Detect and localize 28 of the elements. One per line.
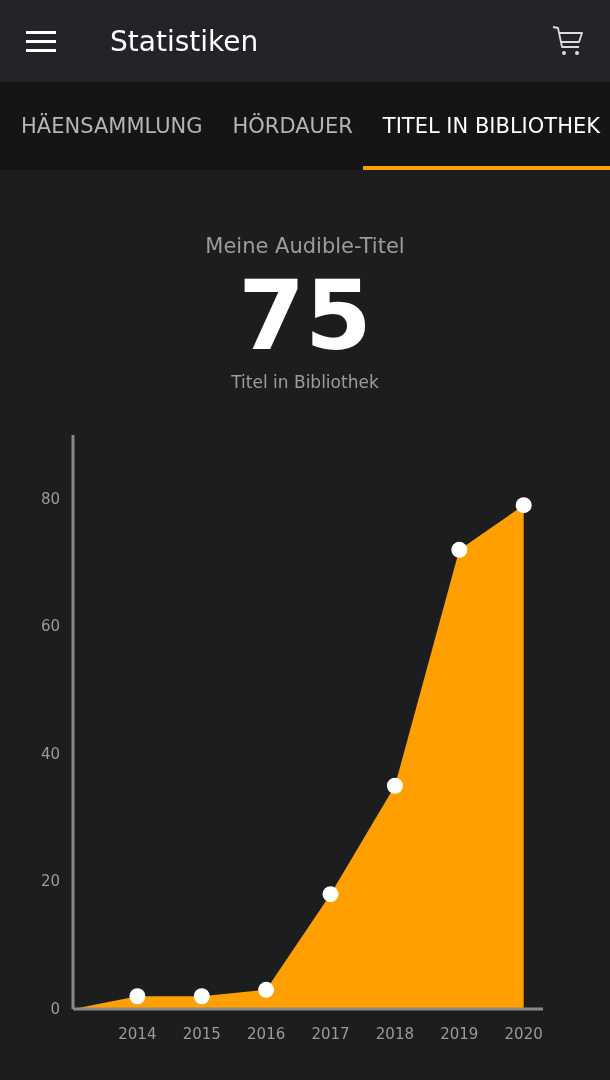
data-point: [322, 886, 339, 903]
cart-icon[interactable]: [552, 25, 584, 57]
data-point: [193, 988, 210, 1005]
x-tick-label: 2014: [118, 1025, 157, 1043]
y-tick-label: 60: [40, 617, 60, 636]
x-tick-label: 2019: [440, 1025, 479, 1043]
data-point: [515, 497, 532, 514]
data-point: [386, 777, 403, 794]
menu-icon[interactable]: [26, 31, 58, 53]
x-tick-label: 2015: [182, 1025, 221, 1043]
y-tick-label: 80: [40, 489, 60, 508]
x-tick-label: 2018: [375, 1025, 414, 1043]
y-tick-label: 40: [40, 744, 60, 763]
x-tick-label: 2017: [311, 1025, 350, 1043]
data-point: [451, 541, 468, 558]
data-point: [129, 988, 146, 1005]
y-tick-label: 20: [40, 872, 60, 891]
summary-caption: Titel in Bibliothek: [231, 372, 379, 392]
x-tick-label: 2020: [504, 1025, 543, 1043]
data-point: [258, 981, 275, 998]
title-count: 75: [238, 268, 372, 364]
tab[interactable]: HÄENSAMMLUNG: [21, 82, 213, 170]
tab[interactable]: TITEL IN BIBLIOTHEK: [362, 82, 610, 170]
y-tick-label: 0: [50, 1000, 60, 1018]
x-tick-label: 2016: [247, 1025, 286, 1043]
tab[interactable]: HÖRDAUER: [212, 82, 363, 170]
summary-heading: Meine Audible-Titel: [205, 234, 405, 258]
app-bar-title: Statistiken: [110, 24, 260, 58]
